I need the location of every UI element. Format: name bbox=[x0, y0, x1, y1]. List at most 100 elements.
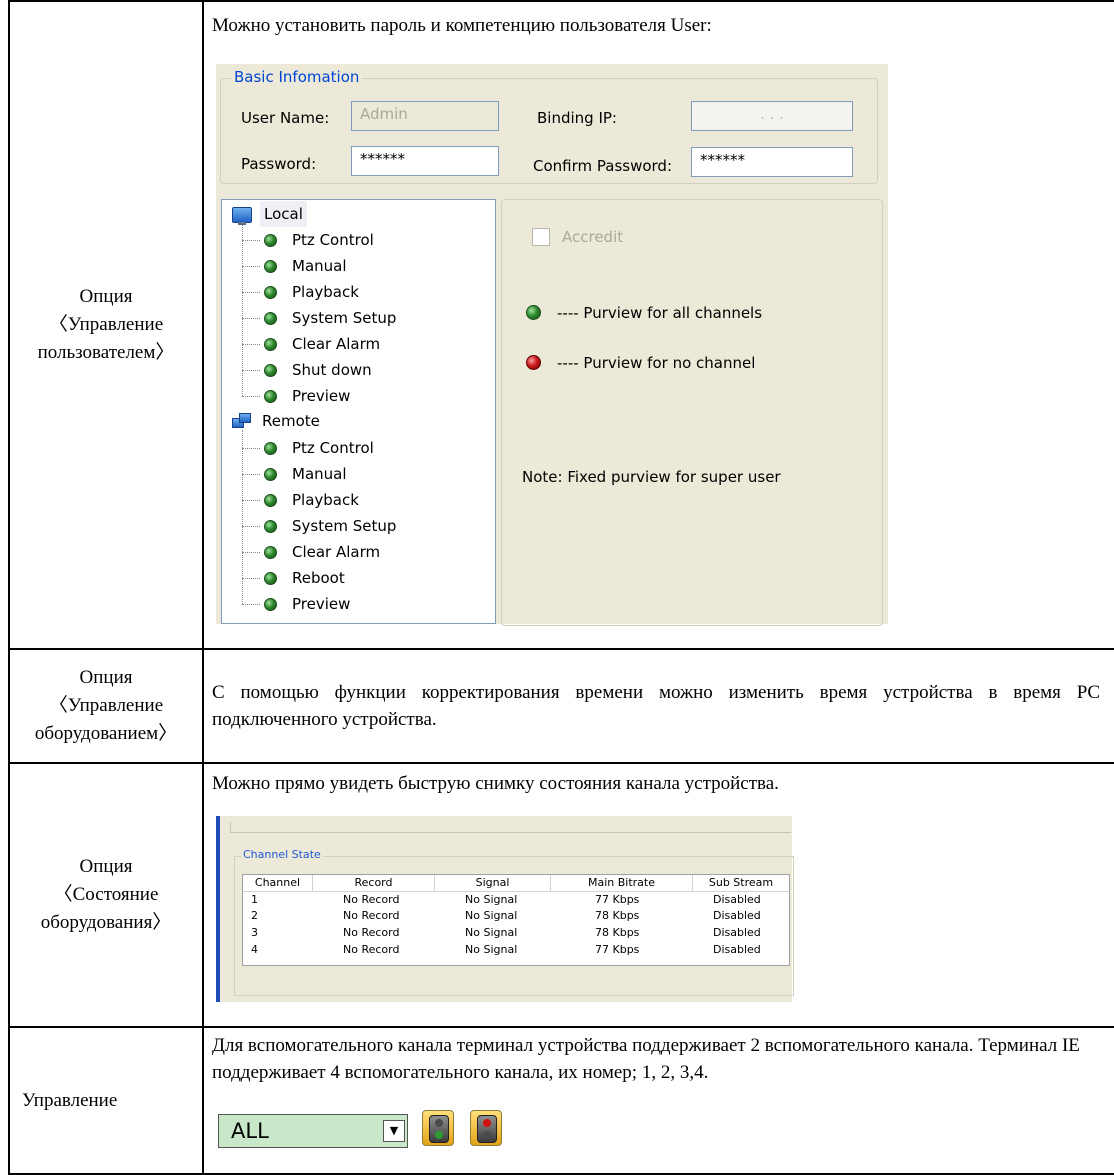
tree-item[interactable]: Manual bbox=[292, 461, 347, 487]
tree-item[interactable]: Playback bbox=[292, 279, 359, 305]
status-green-icon bbox=[264, 364, 277, 377]
status-green-icon bbox=[264, 390, 277, 403]
table-cell: Disabled bbox=[713, 943, 761, 956]
channel-state-screenshot: Channel State Channel Record Signal Main… bbox=[216, 816, 794, 1002]
row-label-line: Опция bbox=[79, 856, 133, 877]
row-label-line: 〈Управление bbox=[48, 695, 164, 716]
red-status-icon bbox=[526, 355, 541, 370]
password-field[interactable]: ****** bbox=[351, 146, 499, 176]
status-green-icon bbox=[264, 338, 277, 351]
row-content-cell: Можно прямо увидеть быструю снимку состо… bbox=[202, 762, 1114, 1028]
aux-off-button[interactable] bbox=[470, 1110, 502, 1146]
row-label-line: Опция bbox=[79, 667, 133, 688]
table-row: Опция 〈Управление оборудованием〉 С помощ… bbox=[8, 648, 1114, 764]
aux-on-button[interactable] bbox=[422, 1110, 454, 1146]
tree-item[interactable]: System Setup bbox=[292, 305, 396, 331]
tree-node-remote[interactable]: Remote bbox=[262, 408, 320, 434]
list-header: Channel Record Signal Main Bitrate Sub S… bbox=[243, 875, 789, 892]
channel-select[interactable]: ALL ▼ bbox=[218, 1114, 408, 1148]
table-cell: No Record bbox=[343, 893, 400, 906]
tree-item[interactable]: Manual bbox=[292, 253, 347, 279]
row-description: Можно установить пароль и компетенцию по… bbox=[212, 15, 712, 36]
row-label-line: пользователем〉 bbox=[37, 342, 175, 363]
local-computer-icon bbox=[232, 207, 252, 225]
status-green-icon bbox=[264, 468, 277, 481]
tree-item[interactable]: Clear Alarm bbox=[292, 539, 380, 565]
column-header-channel[interactable]: Channel bbox=[243, 875, 313, 891]
column-header-signal[interactable]: Signal bbox=[435, 875, 551, 891]
column-header-record[interactable]: Record bbox=[313, 875, 435, 891]
password-label: Password: bbox=[241, 155, 317, 173]
user-name-field[interactable]: Admin bbox=[351, 101, 499, 131]
aux-channel-control: ALL ▼ bbox=[218, 1110, 528, 1150]
purview-panel: Accredit ---- Purview for all channels -… bbox=[501, 199, 883, 626]
traffic-light-red-icon bbox=[477, 1115, 497, 1143]
user-name-label: User Name: bbox=[241, 109, 330, 127]
row-description: С помощью функции корректирования времен… bbox=[212, 682, 1100, 730]
tree-node-local[interactable]: Local bbox=[260, 201, 307, 227]
table-cell: Disabled bbox=[713, 893, 761, 906]
legend-all-channels: ---- Purview for all channels bbox=[557, 304, 763, 322]
column-header-main-bitrate[interactable]: Main Bitrate bbox=[551, 875, 693, 891]
binding-ip-label: Binding IP: bbox=[537, 109, 617, 127]
row-label-cell: Управление bbox=[8, 1026, 204, 1175]
accredit-checkbox[interactable] bbox=[532, 228, 550, 246]
row-label-cell: Опция 〈Состояние оборудования〉 bbox=[8, 762, 204, 1028]
status-green-icon bbox=[264, 572, 277, 585]
permission-tree[interactable]: Local Ptz Control Manual Playback System… bbox=[221, 199, 496, 624]
tree-item[interactable]: Playback bbox=[292, 487, 359, 513]
column-header-sub-stream[interactable]: Sub Stream bbox=[693, 875, 789, 891]
row-label-cell: Опция 〈Управление оборудованием〉 bbox=[8, 648, 204, 764]
tree-item[interactable]: Preview bbox=[292, 591, 350, 617]
row-label-line: Управление bbox=[22, 1089, 118, 1111]
row-content-cell: Для вспомогательного канала терминал уст… bbox=[202, 1026, 1114, 1175]
channel-state-list[interactable]: Channel Record Signal Main Bitrate Sub S… bbox=[242, 874, 790, 966]
table-cell: 4 bbox=[251, 943, 258, 956]
table-cell: No Signal bbox=[465, 926, 518, 939]
tree-item[interactable]: Clear Alarm bbox=[292, 331, 380, 357]
table-cell: No Signal bbox=[465, 943, 518, 956]
document-table: Опция 〈Управление пользователем〉 Можно у… bbox=[8, 0, 1114, 1175]
accredit-label: Accredit bbox=[562, 228, 624, 246]
table-row: Опция 〈Управление пользователем〉 Можно у… bbox=[8, 0, 1114, 650]
status-green-icon bbox=[264, 260, 277, 273]
table-cell: Disabled bbox=[713, 909, 761, 922]
traffic-light-green-icon bbox=[429, 1115, 449, 1143]
status-green-icon bbox=[264, 286, 277, 299]
confirm-password-field[interactable]: ****** bbox=[691, 147, 853, 177]
tree-item[interactable]: Ptz Control bbox=[292, 227, 374, 253]
group-title: Channel State bbox=[241, 848, 323, 861]
status-green-icon bbox=[264, 598, 277, 611]
row-label-line: 〈Состояние bbox=[53, 884, 159, 905]
channel-select-value: ALL bbox=[231, 1119, 269, 1143]
remote-network-icon bbox=[232, 413, 251, 428]
table-cell: 77 Kbps bbox=[595, 893, 640, 906]
row-label-line: оборудования〉 bbox=[40, 912, 172, 933]
tree-item[interactable]: System Setup bbox=[292, 513, 396, 539]
table-cell: 1 bbox=[251, 893, 258, 906]
table-cell: 77 Kbps bbox=[595, 943, 640, 956]
tree-item[interactable]: Reboot bbox=[292, 565, 345, 591]
table-cell: 78 Kbps bbox=[595, 926, 640, 939]
table-row: Управление Для вспомогательного канала т… bbox=[8, 1026, 1114, 1175]
chevron-down-icon[interactable]: ▼ bbox=[383, 1120, 405, 1142]
table-cell: No Record bbox=[343, 926, 400, 939]
row-content-cell: Можно установить пароль и компетенцию по… bbox=[202, 0, 1114, 650]
tree-item[interactable]: Shut down bbox=[292, 357, 372, 383]
row-label-line: 〈Управление bbox=[48, 314, 164, 335]
table-cell: No Signal bbox=[465, 909, 518, 922]
tree-item[interactable]: Preview bbox=[292, 383, 350, 409]
super-user-note: Note: Fixed purview for super user bbox=[522, 468, 781, 486]
status-green-icon bbox=[264, 546, 277, 559]
confirm-password-label: Confirm Password: bbox=[533, 157, 673, 175]
binding-ip-field[interactable]: . . . bbox=[691, 101, 853, 131]
table-row: Опция 〈Состояние оборудования〉 Можно пря… bbox=[8, 762, 1114, 1028]
tree-item[interactable]: Ptz Control bbox=[292, 435, 374, 461]
table-cell: No Record bbox=[343, 909, 400, 922]
legend-no-channel: ---- Purview for no channel bbox=[557, 354, 756, 372]
row-description: Для вспомогательного канала терминал уст… bbox=[212, 1035, 1080, 1083]
user-management-screenshot: Basic Infomation User Name: Admin Bindin… bbox=[216, 64, 888, 626]
status-green-icon bbox=[264, 442, 277, 455]
basic-info-group: Basic Infomation User Name: Admin Bindin… bbox=[220, 68, 878, 184]
row-content-cell: С помощью функции корректирования времен… bbox=[202, 648, 1114, 764]
